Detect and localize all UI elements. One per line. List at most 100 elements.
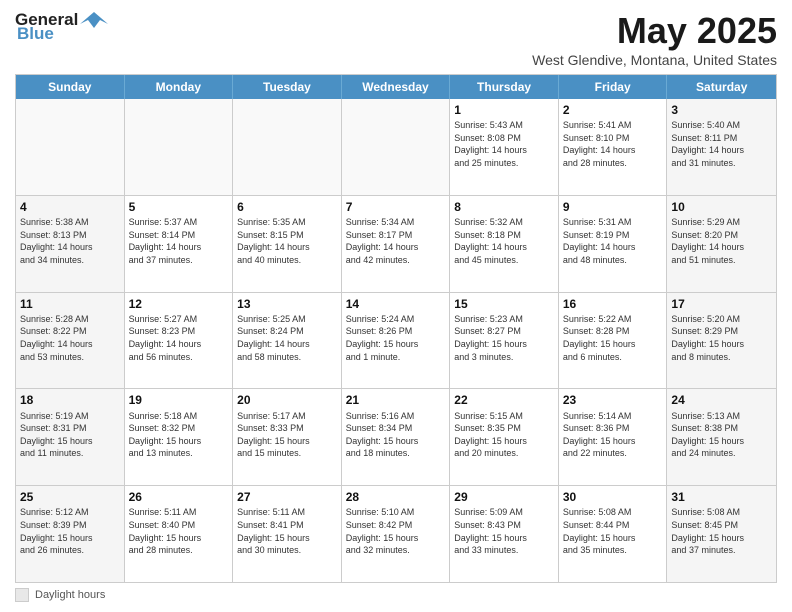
day-info: Sunrise: 5:43 AM Sunset: 8:08 PM Dayligh…: [454, 119, 554, 169]
day-info: Sunrise: 5:27 AM Sunset: 8:23 PM Dayligh…: [129, 313, 229, 363]
day-cell-22: 22 Sunrise: 5:15 AM Sunset: 8:35 PM Dayli…: [450, 389, 559, 485]
day-cell-3: 3Sunrise: 5:40 AM Sunset: 8:11 PM Daylig…: [667, 99, 776, 195]
day-number: 3: [671, 102, 772, 118]
day-info: Sunrise: 5:24 AM Sunset: 8:26 PM Dayligh…: [346, 313, 446, 363]
day-info: Sunrise: 5:09 AM Sunset: 8:43 PM Dayligh…: [454, 506, 554, 556]
day-cell-2: 2Sunrise: 5:41 AM Sunset: 8:10 PM Daylig…: [559, 99, 668, 195]
day-number: 8: [454, 199, 554, 215]
day-number: 1: [454, 102, 554, 118]
day-info: Sunrise: 5:32 AM Sunset: 8:18 PM Dayligh…: [454, 216, 554, 266]
calendar-body: 1Sunrise: 5:43 AM Sunset: 8:08 PM Daylig…: [16, 99, 776, 582]
day-cell-31: 31Sunrise: 5:08 AM Sunset: 8:45 PM Dayli…: [667, 486, 776, 582]
day-number: 18: [20, 392, 120, 408]
day-number: 22: [454, 392, 554, 408]
day-cell-4: 4Sunrise: 5:38 AM Sunset: 8:13 PM Daylig…: [16, 196, 125, 292]
day-number: 29: [454, 489, 554, 505]
day-number: 17: [671, 296, 772, 312]
day-cell-27: 27Sunrise: 5:11 AM Sunset: 8:41 PM Dayli…: [233, 486, 342, 582]
day-cell-8: 8Sunrise: 5:32 AM Sunset: 8:18 PM Daylig…: [450, 196, 559, 292]
day-number: 26: [129, 489, 229, 505]
calendar-week-1: 1Sunrise: 5:43 AM Sunset: 8:08 PM Daylig…: [16, 99, 776, 196]
day-info: Sunrise: 5:38 AM Sunset: 8:13 PM Dayligh…: [20, 216, 120, 266]
day-info: Sunrise: 5:37 AM Sunset: 8:14 PM Dayligh…: [129, 216, 229, 266]
header-day-thursday: Thursday: [450, 75, 559, 99]
day-info: Sunrise: 5:40 AM Sunset: 8:11 PM Dayligh…: [671, 119, 772, 169]
day-info: Sunrise: 5:15 AM Sunset: 8:35 PM Dayligh…: [454, 410, 554, 460]
day-cell-5: 5Sunrise: 5:37 AM Sunset: 8:14 PM Daylig…: [125, 196, 234, 292]
day-cell-11: 11Sunrise: 5:28 AM Sunset: 8:22 PM Dayli…: [16, 293, 125, 389]
day-number: 16: [563, 296, 663, 312]
location-title: West Glendive, Montana, United States: [532, 52, 777, 68]
day-cell-15: 15Sunrise: 5:23 AM Sunset: 8:27 PM Dayli…: [450, 293, 559, 389]
day-cell-18: 18 Sunrise: 5:19 AM Sunset: 8:31 PM Dayli…: [16, 389, 125, 485]
day-cell-30: 30Sunrise: 5:08 AM Sunset: 8:44 PM Dayli…: [559, 486, 668, 582]
header-day-sunday: Sunday: [16, 75, 125, 99]
day-info: Sunrise: 5:25 AM Sunset: 8:24 PM Dayligh…: [237, 313, 337, 363]
calendar-header: SundayMondayTuesdayWednesdayThursdayFrid…: [16, 75, 776, 99]
day-number: 14: [346, 296, 446, 312]
day-number: 12: [129, 296, 229, 312]
day-cell-28: 28Sunrise: 5:10 AM Sunset: 8:42 PM Dayli…: [342, 486, 451, 582]
title-area: May 2025 West Glendive, Montana, United …: [532, 10, 777, 68]
empty-cell: [233, 99, 342, 195]
day-cell-12: 12Sunrise: 5:27 AM Sunset: 8:23 PM Dayli…: [125, 293, 234, 389]
header-day-tuesday: Tuesday: [233, 75, 342, 99]
day-cell-7: 7Sunrise: 5:34 AM Sunset: 8:17 PM Daylig…: [342, 196, 451, 292]
logo: General Blue: [15, 10, 108, 44]
day-cell-19: 19Sunrise: 5:18 AM Sunset: 8:32 PM Dayli…: [125, 389, 234, 485]
day-cell-20: 20 Sunrise: 5:17 AM Sunset: 8:33 PM Dayli…: [233, 389, 342, 485]
day-number: 7: [346, 199, 446, 215]
day-number: 23: [563, 392, 663, 408]
day-info: Sunrise: 5:23 AM Sunset: 8:27 PM Dayligh…: [454, 313, 554, 363]
month-title: May 2025: [532, 10, 777, 52]
header-day-saturday: Saturday: [667, 75, 776, 99]
logo-blue-text: Blue: [17, 24, 54, 44]
day-number: 10: [671, 199, 772, 215]
calendar-week-4: 18 Sunrise: 5:19 AM Sunset: 8:31 PM Dayli…: [16, 389, 776, 486]
day-cell-29: 29Sunrise: 5:09 AM Sunset: 8:43 PM Dayli…: [450, 486, 559, 582]
day-info: Sunrise: 5:19 AM Sunset: 8:31 PM Dayligh…: [20, 410, 120, 460]
day-info: Sunrise: 5:11 AM Sunset: 8:41 PM Dayligh…: [237, 506, 337, 556]
day-number: 31: [671, 489, 772, 505]
calendar: SundayMondayTuesdayWednesdayThursdayFrid…: [15, 74, 777, 583]
day-number: 27: [237, 489, 337, 505]
day-number: 19: [129, 392, 229, 408]
day-number: 13: [237, 296, 337, 312]
day-cell-26: 26Sunrise: 5:11 AM Sunset: 8:40 PM Dayli…: [125, 486, 234, 582]
calendar-week-5: 25Sunrise: 5:12 AM Sunset: 8:39 PM Dayli…: [16, 486, 776, 582]
day-cell-10: 10Sunrise: 5:29 AM Sunset: 8:20 PM Dayli…: [667, 196, 776, 292]
day-info: Sunrise: 5:22 AM Sunset: 8:28 PM Dayligh…: [563, 313, 663, 363]
day-info: Sunrise: 5:34 AM Sunset: 8:17 PM Dayligh…: [346, 216, 446, 266]
header-day-wednesday: Wednesday: [342, 75, 451, 99]
day-cell-17: 17Sunrise: 5:20 AM Sunset: 8:29 PM Dayli…: [667, 293, 776, 389]
day-info: Sunrise: 5:35 AM Sunset: 8:15 PM Dayligh…: [237, 216, 337, 266]
header-day-monday: Monday: [125, 75, 234, 99]
day-info: Sunrise: 5:28 AM Sunset: 8:22 PM Dayligh…: [20, 313, 120, 363]
day-info: Sunrise: 5:08 AM Sunset: 8:44 PM Dayligh…: [563, 506, 663, 556]
day-cell-9: 9Sunrise: 5:31 AM Sunset: 8:19 PM Daylig…: [559, 196, 668, 292]
day-number: 21: [346, 392, 446, 408]
day-number: 9: [563, 199, 663, 215]
day-number: 5: [129, 199, 229, 215]
calendar-week-2: 4Sunrise: 5:38 AM Sunset: 8:13 PM Daylig…: [16, 196, 776, 293]
day-number: 30: [563, 489, 663, 505]
day-cell-14: 14Sunrise: 5:24 AM Sunset: 8:26 PM Dayli…: [342, 293, 451, 389]
footer: Daylight hours: [15, 588, 777, 602]
day-number: 6: [237, 199, 337, 215]
day-info: Sunrise: 5:13 AM Sunset: 8:38 PM Dayligh…: [671, 410, 772, 460]
day-info: Sunrise: 5:12 AM Sunset: 8:39 PM Dayligh…: [20, 506, 120, 556]
day-cell-13: 13Sunrise: 5:25 AM Sunset: 8:24 PM Dayli…: [233, 293, 342, 389]
footer-daylight-box: [15, 588, 29, 602]
day-number: 4: [20, 199, 120, 215]
day-info: Sunrise: 5:20 AM Sunset: 8:29 PM Dayligh…: [671, 313, 772, 363]
day-cell-1: 1Sunrise: 5:43 AM Sunset: 8:08 PM Daylig…: [450, 99, 559, 195]
day-number: 11: [20, 296, 120, 312]
day-info: Sunrise: 5:17 AM Sunset: 8:33 PM Dayligh…: [237, 410, 337, 460]
day-info: Sunrise: 5:10 AM Sunset: 8:42 PM Dayligh…: [346, 506, 446, 556]
day-cell-16: 16Sunrise: 5:22 AM Sunset: 8:28 PM Dayli…: [559, 293, 668, 389]
day-number: 20: [237, 392, 337, 408]
logo-bird-icon: [80, 10, 108, 30]
header-day-friday: Friday: [559, 75, 668, 99]
empty-cell: [16, 99, 125, 195]
day-cell-6: 6Sunrise: 5:35 AM Sunset: 8:15 PM Daylig…: [233, 196, 342, 292]
